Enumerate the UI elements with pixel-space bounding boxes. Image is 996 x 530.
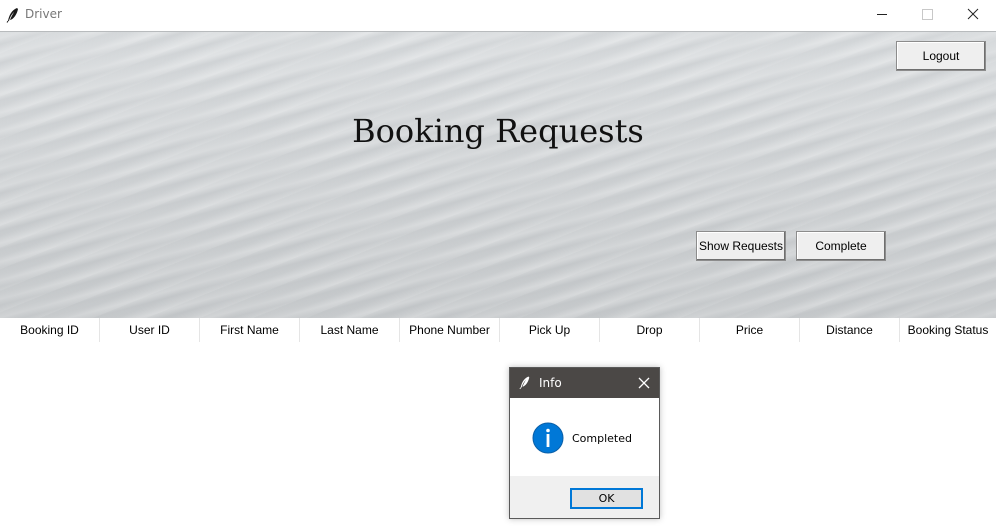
column-header-booking-id[interactable]: Booking ID	[0, 318, 100, 342]
ok-button[interactable]: OK	[570, 488, 643, 509]
column-header-drop[interactable]: Drop	[600, 318, 700, 342]
column-header-price[interactable]: Price	[700, 318, 800, 342]
show-requests-button[interactable]: Show Requests	[696, 231, 786, 261]
column-header-first-name[interactable]: First Name	[200, 318, 300, 342]
logout-button[interactable]: Logout	[896, 41, 986, 71]
close-icon[interactable]	[636, 375, 652, 391]
complete-button[interactable]: Complete	[796, 231, 886, 261]
driver-window: Driver Booking Requests Logout Show Requ…	[0, 0, 996, 530]
dialog-title: Info	[539, 376, 562, 390]
close-button[interactable]	[950, 0, 996, 30]
column-header-booking-status[interactable]: Booking Status	[900, 318, 996, 342]
table-body[interactable]	[0, 342, 996, 530]
dialog-footer: OK	[510, 476, 659, 518]
table-header: Booking ID User ID First Name Last Name …	[0, 318, 996, 342]
window-title: Driver	[25, 7, 62, 21]
minimize-icon	[877, 14, 887, 15]
maximize-button[interactable]	[905, 0, 951, 30]
column-header-pick-up[interactable]: Pick Up	[500, 318, 600, 342]
dialog-title-bar[interactable]: Info	[510, 368, 659, 398]
hero-banner: Booking Requests Logout Show Requests Co…	[0, 31, 996, 318]
dialog-body: Completed	[510, 398, 659, 476]
page-title: Booking Requests	[352, 112, 644, 150]
minimize-button[interactable]	[859, 0, 905, 30]
title-bar: Driver	[0, 0, 996, 30]
column-header-distance[interactable]: Distance	[800, 318, 900, 342]
close-icon	[967, 8, 979, 20]
feather-icon	[519, 376, 530, 390]
feather-icon	[6, 8, 18, 23]
maximize-icon	[922, 9, 933, 20]
column-header-user-id[interactable]: User ID	[100, 318, 200, 342]
column-header-last-name[interactable]: Last Name	[300, 318, 400, 342]
column-header-phone-number[interactable]: Phone Number	[400, 318, 500, 342]
dialog-message: Completed	[572, 432, 632, 445]
info-icon	[532, 422, 564, 454]
info-dialog: Info Completed OK	[509, 367, 660, 519]
